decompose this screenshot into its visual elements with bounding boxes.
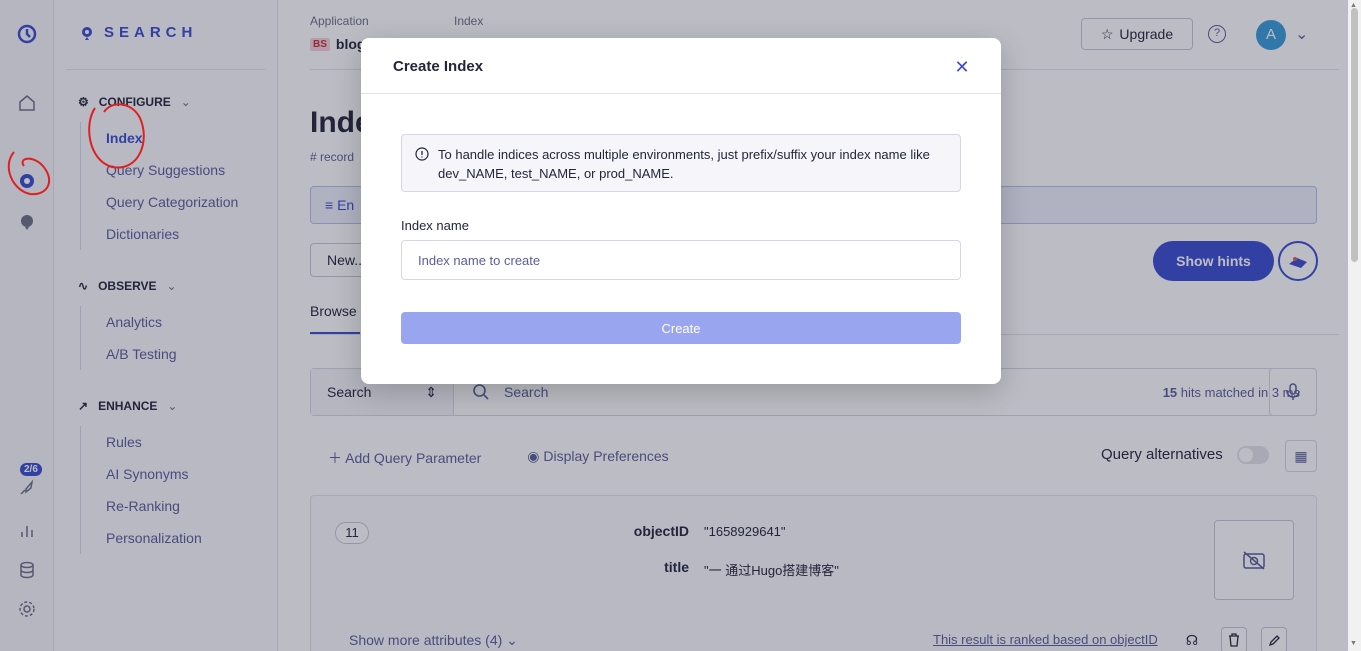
info-text: To handle indices across multiple enviro… bbox=[438, 147, 930, 181]
create-index-modal: Create Index ✕ To handle indices across … bbox=[361, 38, 1001, 384]
info-callout: To handle indices across multiple enviro… bbox=[401, 134, 961, 192]
modal-divider bbox=[361, 93, 1001, 94]
close-icon[interactable]: ✕ bbox=[951, 56, 973, 78]
create-button[interactable]: Create bbox=[401, 312, 961, 344]
scrollbar-thumb[interactable] bbox=[1351, 8, 1358, 262]
modal-title: Create Index bbox=[393, 58, 484, 75]
info-icon bbox=[415, 147, 429, 161]
index-name-input[interactable] bbox=[401, 240, 961, 280]
index-name-label: Index name bbox=[401, 218, 469, 233]
scrollbar[interactable]: ▲ ▼ bbox=[1348, 0, 1361, 651]
scroll-down-icon[interactable]: ▼ bbox=[1350, 640, 1357, 647]
